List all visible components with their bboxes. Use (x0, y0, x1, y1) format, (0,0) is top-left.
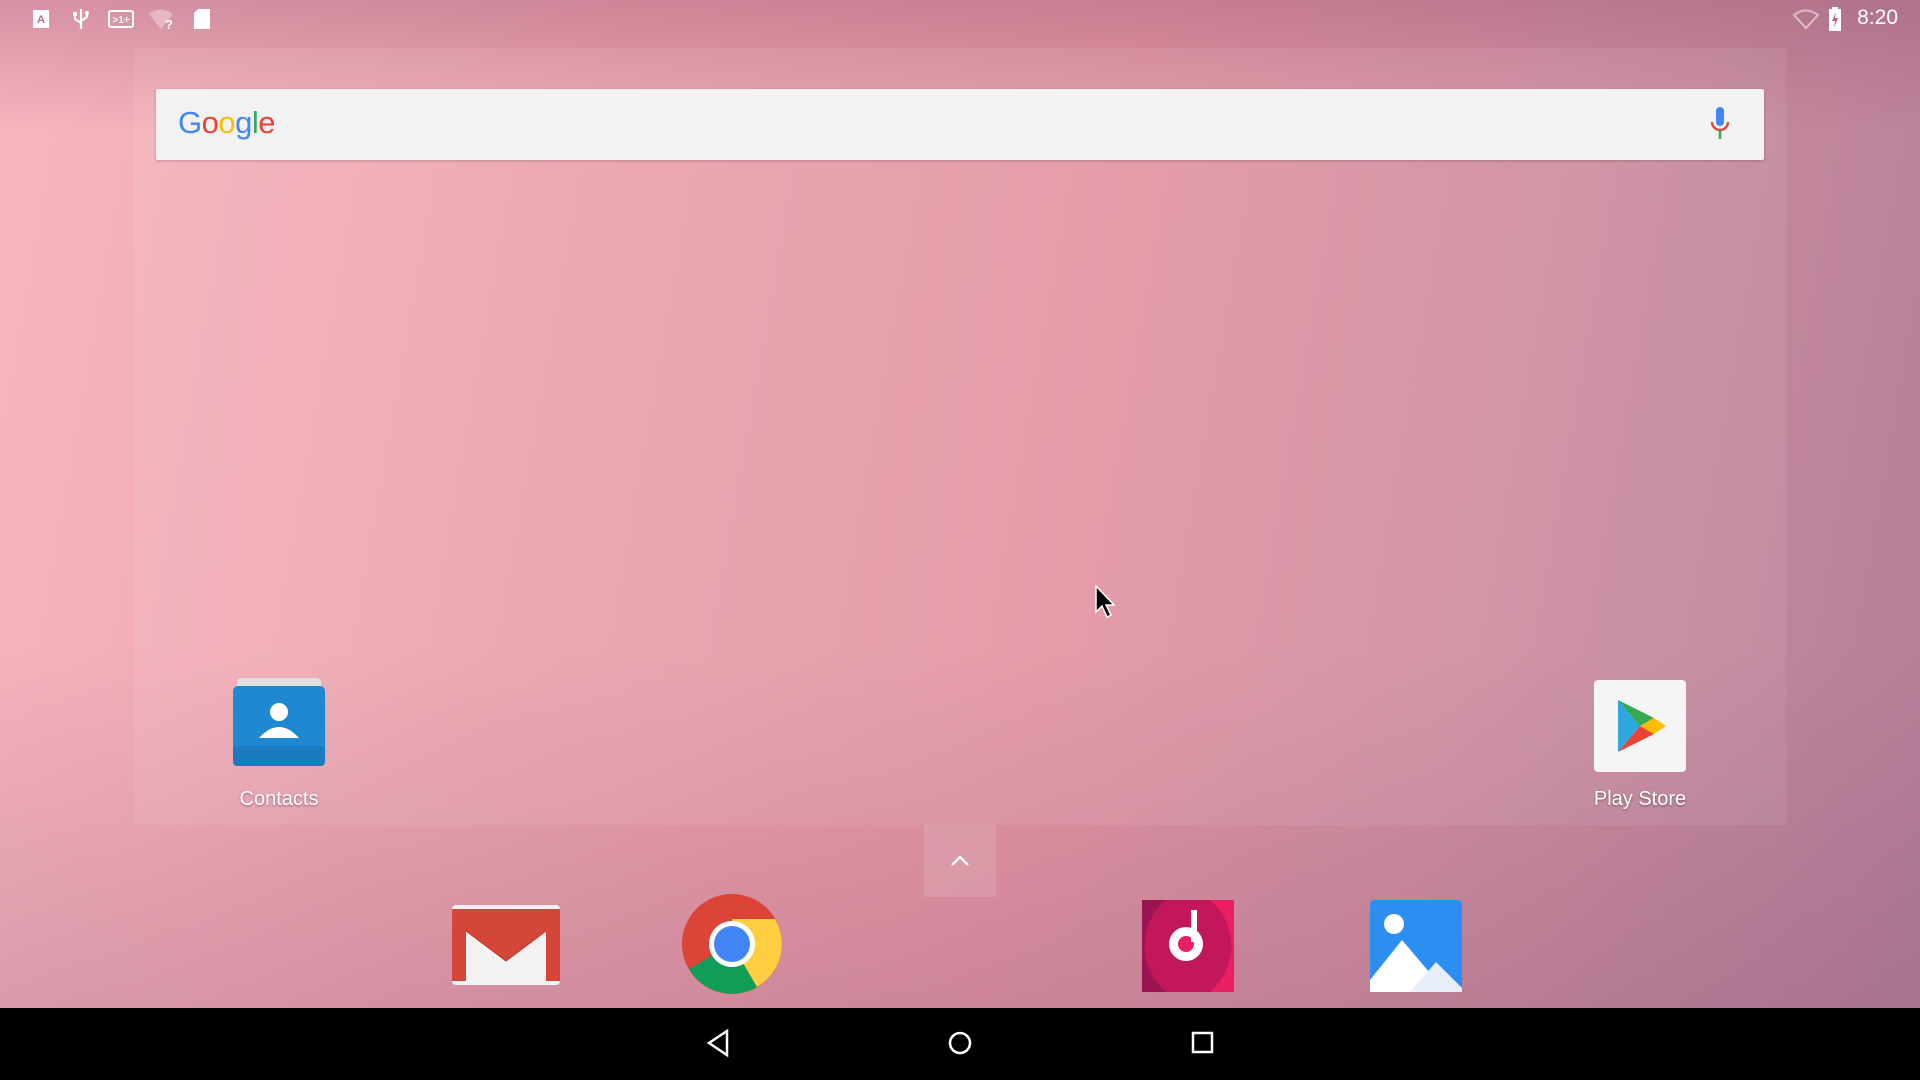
microphone-icon[interactable] (1710, 107, 1730, 146)
sd-card-icon (191, 8, 213, 30)
back-icon[interactable] (705, 1028, 731, 1058)
clock: 8:20 (1857, 6, 1898, 29)
mouse-cursor-icon (1095, 585, 1116, 619)
usb-icon (70, 8, 92, 30)
svg-text:>1+: >1+ (112, 15, 129, 26)
recents-icon[interactable] (1190, 1028, 1216, 1058)
app-label: Play Store (1593, 788, 1687, 810)
app-play-store[interactable]: Play Store (1565, 680, 1715, 811)
app-contacts[interactable]: Contacts (204, 678, 354, 811)
wifi-icon (1792, 8, 1820, 30)
home-widget-area (134, 48, 1786, 825)
navigation-bar (0, 1008, 1920, 1080)
photos-icon[interactable] (1370, 900, 1462, 992)
battery-saver-plus-icon: >1+ (108, 8, 134, 30)
home-icon[interactable] (946, 1028, 974, 1058)
app-drawer-button[interactable] (924, 825, 996, 897)
keyboard-a-icon: A (30, 8, 52, 30)
chrome-icon[interactable] (680, 892, 784, 996)
music-icon[interactable] (1142, 900, 1234, 992)
google-logo: Google (178, 105, 276, 140)
wifi-unknown-icon: ? (148, 8, 176, 30)
chevron-up-icon (951, 855, 969, 866)
battery-charging-icon (1828, 7, 1842, 31)
google-search-bar[interactable]: Google (156, 89, 1764, 160)
play-store-icon (1594, 680, 1686, 772)
app-label: Contacts (239, 788, 319, 810)
svg-text:A: A (37, 14, 45, 26)
status-bar: A >1+ ? 8:20 (0, 0, 1920, 36)
contacts-icon (233, 678, 325, 766)
svg-text:?: ? (165, 17, 173, 30)
gmail-icon[interactable] (452, 905, 560, 985)
